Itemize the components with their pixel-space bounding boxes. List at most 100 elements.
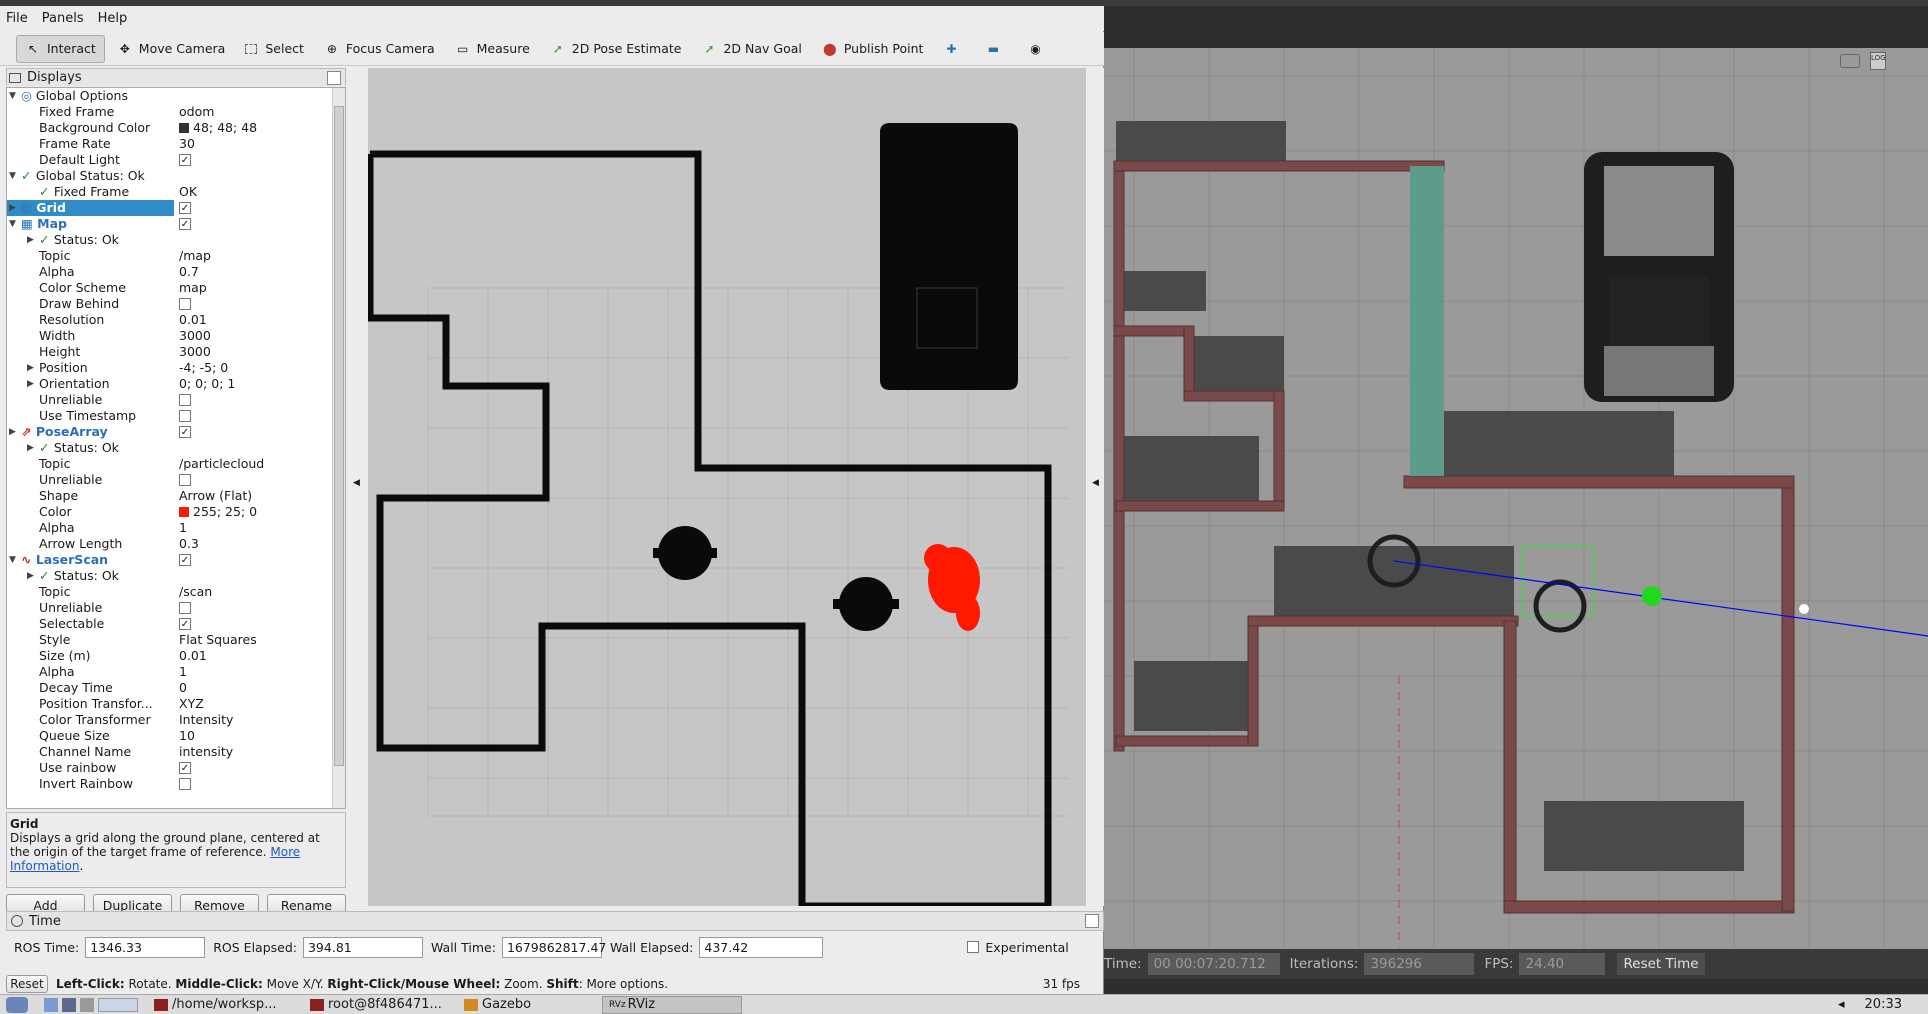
tree-row-value[interactable] — [179, 408, 191, 424]
ros-time-field[interactable]: 1346.33 — [85, 936, 206, 958]
tree-row-value[interactable] — [179, 296, 191, 312]
property-checkbox[interactable]: ✓ — [179, 617, 191, 630]
tree-row-value[interactable]: 48; 48; 48 — [179, 120, 257, 136]
left-splitter[interactable]: ◀ — [348, 68, 366, 906]
information-link[interactable]: Information — [10, 859, 79, 873]
property-checkbox[interactable]: ✓ — [179, 553, 191, 566]
tree-row-value[interactable]: ✓ — [179, 216, 191, 232]
time-undock-button[interactable] — [1085, 914, 1099, 928]
tree-row-value[interactable]: intensity — [179, 744, 233, 760]
tree-row[interactable]: Style Flat Squares — [7, 632, 345, 648]
tree-row-value[interactable]: 0 — [179, 680, 187, 696]
displays-tree[interactable]: ▼ ◎ Global Options Fixed Frame odom Backgrou… — [6, 87, 346, 809]
volume-icon[interactable]: ◂ — [1838, 997, 1845, 1012]
property-checkbox[interactable] — [179, 393, 191, 406]
tree-row-value[interactable]: 255; 25; 0 — [179, 504, 257, 520]
tree-row-value[interactable]: Arrow (Flat) — [179, 488, 252, 504]
tree-row-value[interactable]: 3000 — [179, 344, 211, 360]
tree-row[interactable]: Color Transformer Intensity — [7, 712, 345, 728]
tree-row[interactable]: Use Timestamp — [7, 408, 345, 424]
menu-help[interactable]: Help — [98, 11, 128, 26]
tree-row[interactable]: Width 3000 — [7, 328, 345, 344]
tree-row-value[interactable]: ✓ — [179, 424, 191, 440]
tree-row[interactable]: Frame Rate 30 — [7, 136, 345, 152]
start-menu-button[interactable] — [0, 996, 34, 1014]
log-icon[interactable]: LOG — [1870, 52, 1886, 70]
select-tool[interactable]: Select — [237, 35, 312, 63]
tree-row[interactable]: Arrow Length 0.3 — [7, 536, 345, 552]
tree-row-value[interactable]: ✓ — [179, 616, 191, 632]
menu-panels[interactable]: Panels — [42, 11, 84, 26]
tree-row[interactable]: ▶ ⇗ PoseArray ✓ — [7, 424, 345, 440]
tree-row-value[interactable]: 1 — [179, 664, 187, 680]
nav-goal-tool[interactable]: ➚ 2D Nav Goal — [693, 35, 809, 63]
tree-row[interactable]: Use rainbow ✓ — [7, 760, 345, 776]
tree-row-value[interactable] — [179, 600, 191, 616]
ros-elapsed-field[interactable]: 394.81 — [302, 936, 423, 958]
right-splitter[interactable]: ◀ — [1088, 68, 1104, 906]
workspace-icon[interactable] — [98, 997, 138, 1012]
tree-row[interactable]: Size (m) 0.01 — [7, 648, 345, 664]
tree-row-value[interactable]: XYZ — [179, 696, 204, 712]
tree-row-value[interactable]: Intensity — [179, 712, 233, 728]
tree-row[interactable]: ▶ Orientation 0; 0; 0; 1 — [7, 376, 345, 392]
reset-button[interactable]: Reset — [6, 975, 48, 993]
tree-row-value[interactable]: 0.3 — [179, 536, 199, 552]
tree-row[interactable]: Color Scheme map — [7, 280, 345, 296]
tree-scrollbar[interactable] — [332, 88, 345, 808]
tree-row-value[interactable]: /scan — [179, 584, 212, 600]
task-rviz[interactable]: RVz RViz — [602, 995, 742, 1014]
focus-camera-tool[interactable]: ⊕ Focus Camera — [316, 35, 443, 63]
tree-row-value[interactable] — [179, 472, 191, 488]
property-checkbox[interactable] — [179, 601, 191, 614]
property-checkbox[interactable] — [179, 473, 191, 486]
task-terminal-1[interactable]: /home/worksp... — [148, 996, 300, 1014]
scroll-thumb[interactable] — [334, 106, 344, 766]
expand-right-icon[interactable]: ▶ — [27, 568, 34, 584]
tree-row-value[interactable]: ✓ — [179, 760, 191, 776]
tree-row-value[interactable] — [179, 776, 191, 792]
tree-row[interactable]: Queue Size 10 — [7, 728, 345, 744]
expand-right-icon[interactable]: ▶ — [9, 200, 16, 216]
tree-row[interactable]: Default Light ✓ — [7, 152, 345, 168]
pose-estimate-tool[interactable]: ➚ 2D Pose Estimate — [542, 35, 690, 63]
tree-row[interactable]: Topic/map — [7, 248, 345, 264]
menu-file[interactable]: File — [6, 11, 28, 26]
more-link[interactable]: More — [270, 845, 300, 859]
property-checkbox[interactable] — [179, 777, 191, 790]
tree-row[interactable]: Unreliable — [7, 600, 345, 616]
tree-row[interactable]: ▼ ◎ Global Options — [7, 88, 345, 104]
rviz-3d-view[interactable] — [368, 68, 1086, 906]
property-checkbox[interactable]: ✓ — [179, 761, 191, 774]
tree-row-value[interactable]: 0.01 — [179, 648, 207, 664]
tree-row[interactable]: Unreliable — [7, 472, 345, 488]
terminal-icon[interactable] — [62, 997, 76, 1012]
tree-row-value[interactable]: ✓ — [179, 152, 191, 168]
property-checkbox[interactable]: ✓ — [179, 425, 191, 438]
interact-tool[interactable]: ↖ Interact — [16, 34, 105, 63]
tree-row-value[interactable]: 3000 — [179, 328, 211, 344]
expand-right-icon[interactable]: ▶ — [27, 360, 34, 376]
tree-row[interactable]: Invert Rainbow — [7, 776, 345, 792]
tree-row[interactable]: Topic/scan — [7, 584, 345, 600]
tree-row[interactable]: Shape Arrow (Flat) — [7, 488, 345, 504]
tree-row[interactable]: ▼ ∿ LaserScan ✓ — [7, 552, 345, 568]
expand-right-icon[interactable]: ▶ — [27, 440, 34, 456]
reset-time-button[interactable]: Reset Time — [1617, 953, 1705, 975]
expand-down-icon[interactable]: ▼ — [9, 88, 16, 104]
tree-row-value[interactable]: 10 — [179, 728, 195, 744]
tree-row[interactable]: ▼ ✓ Global Status: Ok — [7, 168, 345, 184]
tree-row-value[interactable]: 0.7 — [179, 264, 199, 280]
tree-row[interactable]: Alpha 1 — [7, 664, 345, 680]
task-gazebo[interactable]: Gazebo — [458, 996, 598, 1014]
tree-row[interactable]: ▼ ▦ Map ✓ — [7, 216, 345, 232]
add-tool-button[interactable]: ✚ — [935, 35, 973, 63]
tree-row[interactable]: Height 3000 — [7, 344, 345, 360]
tree-row[interactable]: Draw Behind — [7, 296, 345, 312]
tree-row[interactable]: Alpha 0.7 — [7, 264, 345, 280]
tree-row[interactable]: Resolution 0.01 — [7, 312, 345, 328]
tree-row[interactable]: Color 255; 25; 0 — [7, 504, 345, 520]
remove-tool-button[interactable]: ▬ — [977, 35, 1015, 63]
move-camera-tool[interactable]: ✥ Move Camera — [109, 35, 234, 63]
tree-row-value[interactable] — [179, 392, 191, 408]
